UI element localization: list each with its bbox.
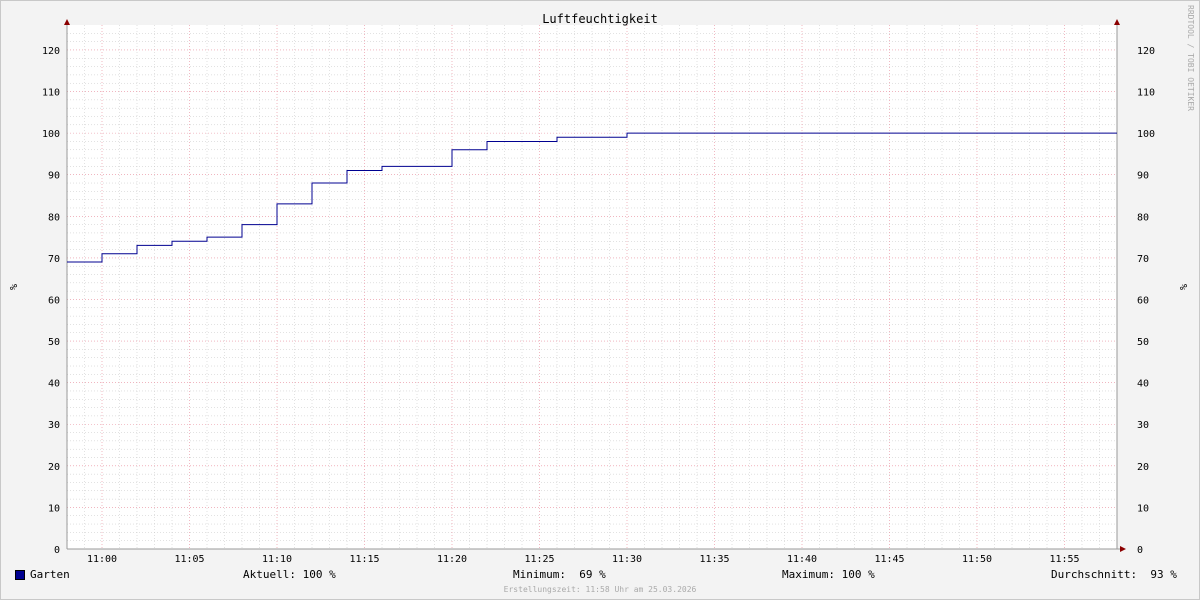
- y-axis-arrow-right: [1114, 19, 1120, 25]
- y-tick-label-right: 100: [1137, 129, 1155, 140]
- x-tick-label: 11:30: [612, 554, 642, 565]
- y-tick-label-right: 50: [1137, 337, 1149, 348]
- legend-minimum: Minimum: 69 %: [513, 568, 606, 581]
- y-axis-label-left: %: [7, 284, 18, 290]
- x-tick-label: 11:45: [874, 554, 904, 565]
- x-tick-label: 11:25: [524, 554, 554, 565]
- legend-average: Durchschnitt: 93 %: [1051, 568, 1177, 581]
- y-tick-labels-left: 0 10 20 30 40 50 60 70 80 90 100 110 120: [42, 46, 60, 556]
- y-tick-label-right: 120: [1137, 46, 1155, 57]
- y-tick-label-right: 80: [1137, 212, 1149, 223]
- y-tick-labels-right: 0 10 20 30 40 50 60 70 80 90 100 110 120: [1137, 46, 1155, 556]
- x-tick-label: 11:40: [787, 554, 817, 565]
- y-tick-label-right: 10: [1137, 503, 1149, 514]
- y-tick-label-right: 20: [1137, 462, 1149, 473]
- x-axis-arrow: [1120, 546, 1126, 552]
- y-tick-label-right: 40: [1137, 379, 1149, 390]
- legend-current: Aktuell: 100 %: [243, 568, 336, 581]
- y-tick-label-left: 60: [48, 295, 60, 306]
- y-tick-label-left: 50: [48, 337, 60, 348]
- y-tick-label-right: 0: [1137, 545, 1143, 556]
- humidity-chart: 0 10 20 30 40 50 60 70 80 90 100 110 120 0 10 20 30 40 50…: [7, 5, 1195, 565]
- y-tick-label-left: 20: [48, 462, 60, 473]
- creation-timestamp: Erstellungszeit: 11:58 Uhr am 25.03.2026: [503, 585, 697, 594]
- legend-series-name: Garten: [30, 568, 70, 581]
- x-tick-label: 11:20: [437, 554, 467, 565]
- y-tick-label-left: 80: [48, 212, 60, 223]
- y-tick-label-right: 110: [1137, 88, 1155, 99]
- y-tick-label-left: 40: [48, 379, 60, 390]
- legend-maximum: Maximum: 100 %: [782, 568, 875, 581]
- x-tick-label: 11:50: [962, 554, 992, 565]
- y-tick-label-left: 90: [48, 171, 60, 182]
- x-tick-label: 11:00: [87, 554, 117, 565]
- y-tick-label-right: 60: [1137, 295, 1149, 306]
- y-tick-label-left: 70: [48, 254, 60, 265]
- x-tick-label: 11:15: [349, 554, 379, 565]
- legend-swatch: [15, 570, 25, 580]
- x-tick-label: 11:05: [174, 554, 204, 565]
- y-tick-label-left: 110: [42, 88, 60, 99]
- y-axis-label-right: %: [1177, 284, 1188, 290]
- x-tick-label: 11:10: [262, 554, 292, 565]
- y-axis-arrow-left: [64, 19, 70, 25]
- y-tick-label-left: 120: [42, 46, 60, 57]
- y-tick-label-left: 100: [42, 129, 60, 140]
- rrdtool-credit: RRDTOOL / TOBI OETIKER: [1186, 5, 1195, 111]
- x-tick-label: 11:55: [1049, 554, 1079, 565]
- y-tick-label-left: 30: [48, 420, 60, 431]
- y-tick-label-right: 70: [1137, 254, 1149, 265]
- y-tick-label-left: 10: [48, 503, 60, 514]
- x-tick-labels: 11:00 11:05 11:10 11:15 11:20 11:25 11:30 11:35…: [87, 554, 1080, 565]
- y-tick-label-right: 90: [1137, 171, 1149, 182]
- chart-title: Luftfeuchtigkeit: [542, 12, 658, 26]
- x-tick-label: 11:35: [699, 554, 729, 565]
- y-tick-label-right: 30: [1137, 420, 1149, 431]
- y-tick-label-left: 0: [54, 545, 60, 556]
